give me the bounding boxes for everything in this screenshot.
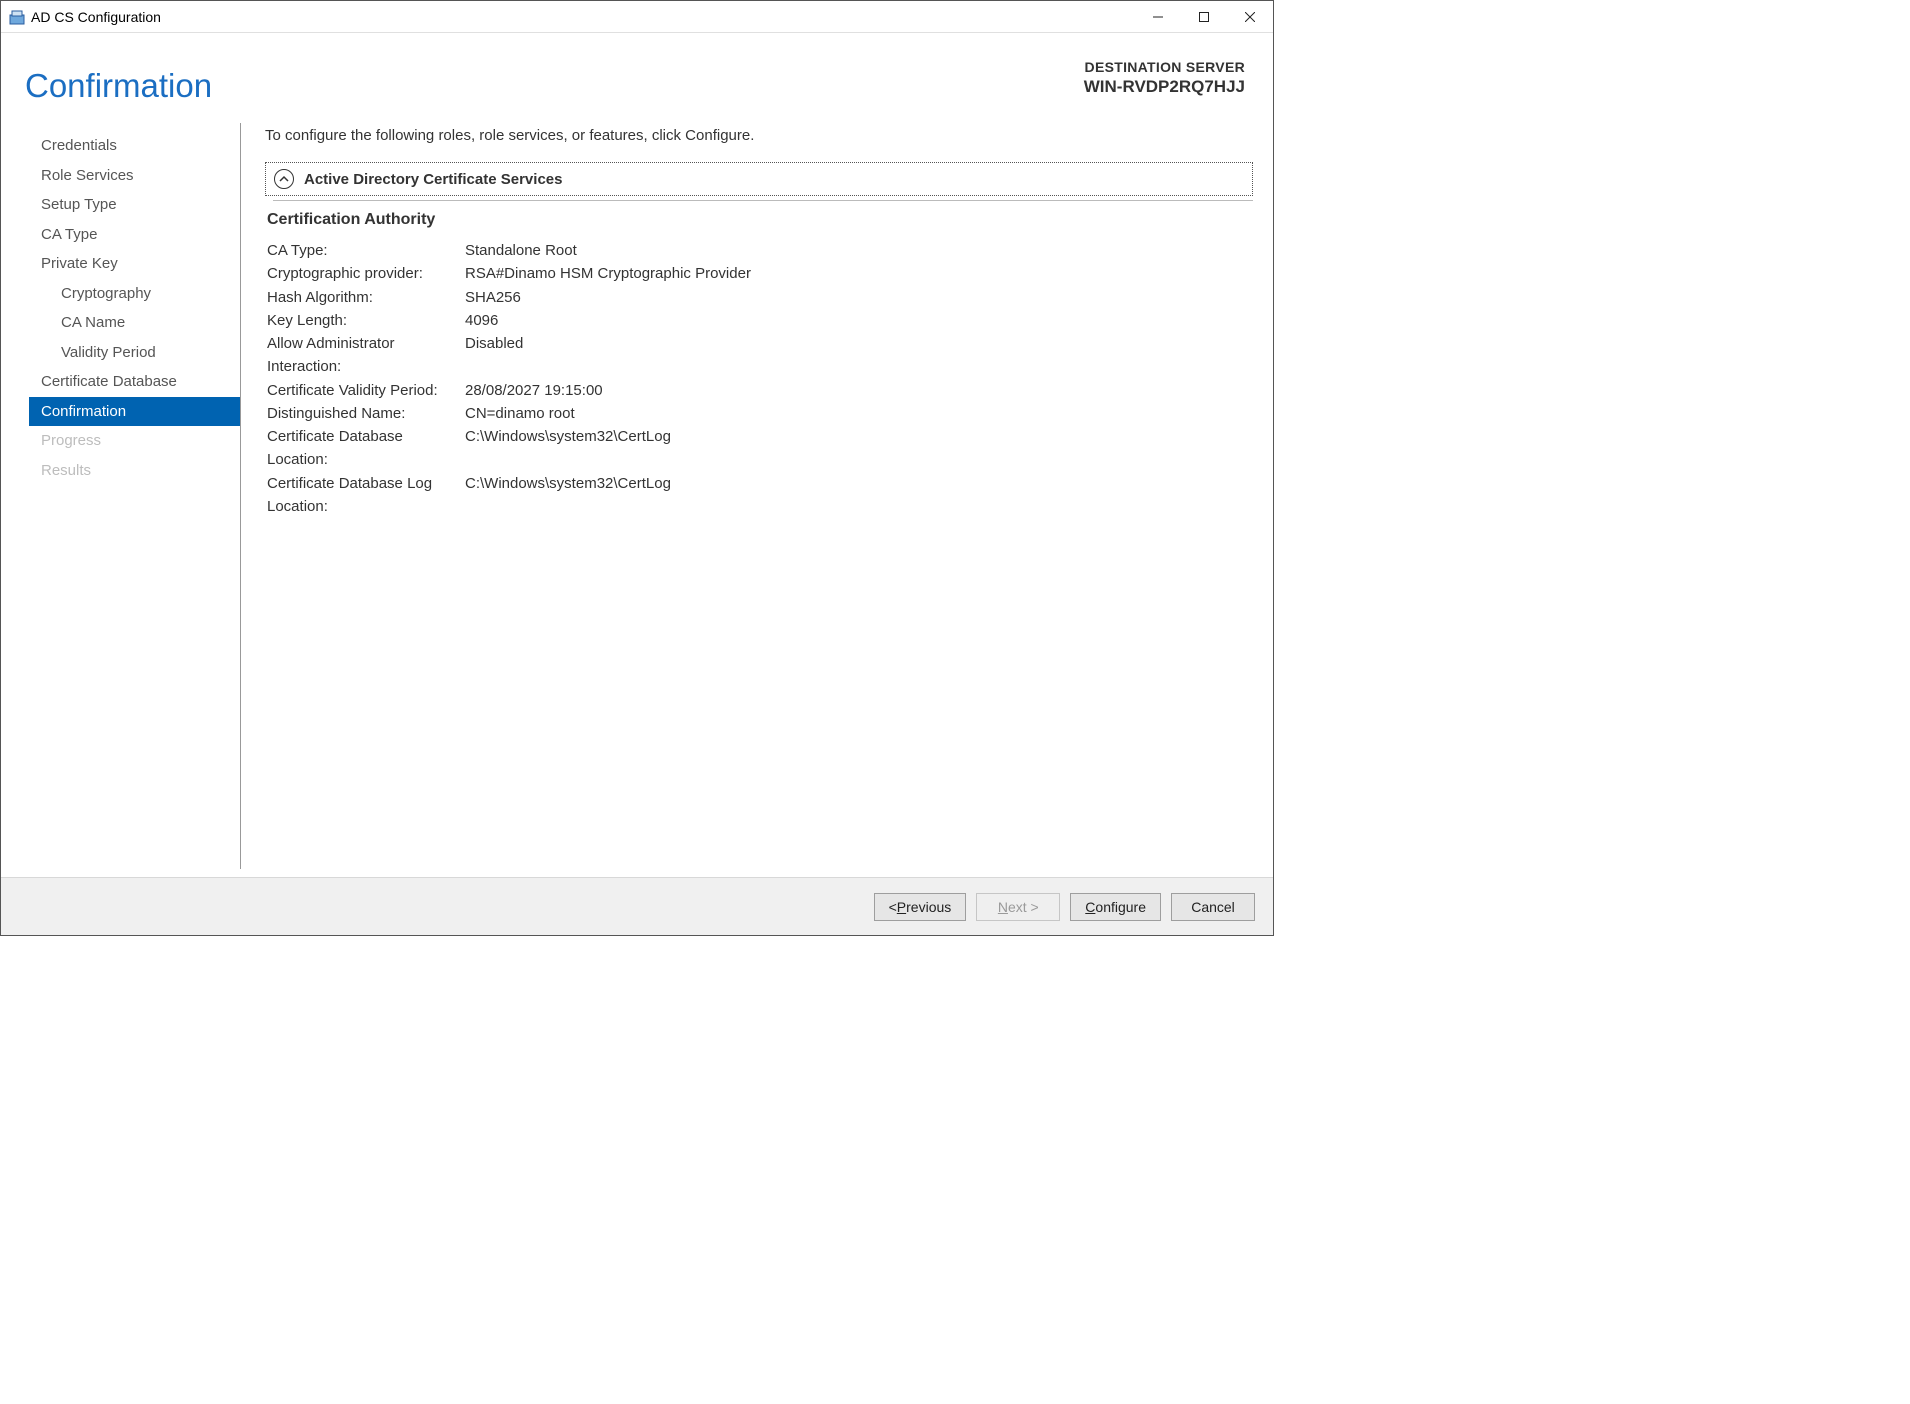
kv-value: 28/08/2027 19:15:00 [465, 379, 1253, 402]
kv-row: Key Length:4096 [265, 309, 1253, 332]
next-button: Next > [976, 893, 1060, 921]
destination-server-name: WIN-RVDP2RQ7HJJ [1084, 77, 1245, 97]
adcs-collapse-title: Active Directory Certificate Services [304, 171, 562, 188]
next-accel: N [998, 899, 1008, 915]
kv-row: Certificate Validity Period:28/08/2027 1… [265, 379, 1253, 402]
kv-value: Disabled [465, 332, 1253, 379]
kv-value: C:\Windows\system32\CertLog [465, 472, 1253, 519]
kv-row: CA Type:Standalone Root [265, 239, 1253, 262]
sidebar-item-role-services[interactable]: Role Services [29, 161, 240, 191]
app-icon [9, 9, 25, 25]
intro-text: To configure the following roles, role s… [265, 127, 1253, 144]
kv-key: Key Length: [267, 309, 465, 332]
kv-key: Distinguished Name: [267, 402, 465, 425]
cancel-button[interactable]: Cancel [1171, 893, 1255, 921]
sidebar-item-credentials[interactable]: Credentials [29, 131, 240, 161]
wizard-sidebar: CredentialsRole ServicesSetup TypeCA Typ… [29, 123, 241, 869]
sidebar-item-certificate-database[interactable]: Certificate Database [29, 367, 240, 397]
sidebar-item-ca-name[interactable]: CA Name [29, 308, 240, 338]
kv-value: RSA#Dinamo HSM Cryptographic Provider [465, 262, 1253, 285]
kv-row: Hash Algorithm:SHA256 [265, 286, 1253, 309]
destination-server-label: DESTINATION SERVER [1084, 59, 1245, 75]
cancel-label: Cancel [1191, 899, 1235, 915]
kv-row: Distinguished Name:CN=dinamo root [265, 402, 1253, 425]
sidebar-item-results: Results [29, 456, 240, 486]
kv-row: Certificate Database Log Location:C:\Win… [265, 472, 1253, 519]
kv-row: Cryptographic provider:RSA#Dinamo HSM Cr… [265, 262, 1253, 285]
section-title: Certification Authority [267, 211, 1253, 229]
configure-accel: C [1085, 899, 1095, 915]
kv-value: SHA256 [465, 286, 1253, 309]
content-area: To configure the following roles, role s… [265, 123, 1253, 869]
sidebar-item-cryptography[interactable]: Cryptography [29, 279, 240, 309]
configure-button[interactable]: Configure [1070, 893, 1161, 921]
kv-value: C:\Windows\system32\CertLog [465, 425, 1253, 472]
kv-key: Certificate Database Log Location: [267, 472, 465, 519]
kv-key: Hash Algorithm: [267, 286, 465, 309]
next-rest: ext > [1008, 899, 1039, 915]
sidebar-item-validity-period[interactable]: Validity Period [29, 338, 240, 368]
kv-key: Certificate Validity Period: [267, 379, 465, 402]
maximize-button[interactable] [1181, 1, 1227, 33]
wizard-footer: < Previous Next > Configure Cancel [1, 877, 1273, 935]
adcs-collapse-header[interactable]: Active Directory Certificate Services [265, 162, 1253, 196]
window-title: AD CS Configuration [31, 9, 161, 25]
kv-list: CA Type:Standalone RootCryptographic pro… [265, 239, 1253, 518]
kv-row: Allow Administrator Interaction:Disabled [265, 332, 1253, 379]
sidebar-item-ca-type[interactable]: CA Type [29, 220, 240, 250]
destination-server-block: DESTINATION SERVER WIN-RVDP2RQ7HJJ [1084, 59, 1245, 97]
kv-value: CN=dinamo root [465, 402, 1253, 425]
section-divider [273, 200, 1253, 201]
chevron-up-icon [274, 169, 294, 189]
page-header: Confirmation DESTINATION SERVER WIN-RVDP… [1, 33, 1273, 115]
previous-rest: revious [906, 899, 951, 915]
previous-button[interactable]: < Previous [874, 893, 967, 921]
previous-prefix: < [889, 899, 897, 915]
previous-accel: P [897, 899, 906, 915]
kv-key: CA Type: [267, 239, 465, 262]
sidebar-item-confirmation[interactable]: Confirmation [29, 397, 240, 427]
kv-value: 4096 [465, 309, 1253, 332]
sidebar-item-progress: Progress [29, 426, 240, 456]
body: CredentialsRole ServicesSetup TypeCA Typ… [1, 115, 1273, 877]
kv-value: Standalone Root [465, 239, 1253, 262]
page-title: Confirmation [25, 67, 212, 105]
kv-key: Certificate Database Location: [267, 425, 465, 472]
close-button[interactable] [1227, 1, 1273, 33]
kv-key: Allow Administrator Interaction: [267, 332, 465, 379]
sidebar-item-setup-type[interactable]: Setup Type [29, 190, 240, 220]
kv-key: Cryptographic provider: [267, 262, 465, 285]
minimize-button[interactable] [1135, 1, 1181, 33]
configure-rest: onfigure [1095, 899, 1146, 915]
kv-row: Certificate Database Location:C:\Windows… [265, 425, 1253, 472]
sidebar-item-private-key[interactable]: Private Key [29, 249, 240, 279]
title-bar: AD CS Configuration [1, 1, 1273, 33]
